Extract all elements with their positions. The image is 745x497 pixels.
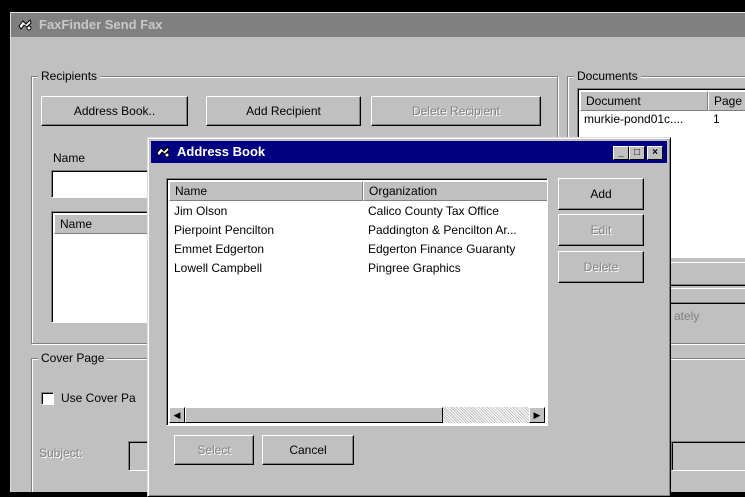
contact-name: Emmet Edgerton <box>174 242 265 256</box>
contact-name: Lowell Campbell <box>174 261 263 275</box>
edit-contact-button[interactable]: Edit <box>558 214 644 246</box>
scroll-right-icon[interactable]: ▶ <box>529 407 545 423</box>
contact-organization: Calico County Tax Office <box>368 204 499 218</box>
add-recipient-button[interactable]: Add Recipient <box>206 96 361 126</box>
name-label: Name <box>53 151 86 165</box>
main-title-bar[interactable]: FaxFinder Send Fax <box>11 13 745 37</box>
cover-page-legend: Cover Page <box>38 351 108 365</box>
delete-contact-button[interactable]: Delete <box>558 251 644 283</box>
main-window-title: FaxFinder Send Fax <box>39 17 163 32</box>
faxfinder-app-icon <box>18 19 32 31</box>
delete-recipient-button[interactable]: Delete Recipient <box>371 96 541 126</box>
send-timing-partial-label: ately <box>674 309 700 323</box>
contacts-header-name[interactable]: Name <box>169 181 363 201</box>
contacts-list[interactable]: Name Organization Jim Olson Calico Count… <box>166 178 548 426</box>
documents-legend: Documents <box>574 69 641 83</box>
contact-organization: Pingree Graphics <box>368 261 461 275</box>
subject-label: Subject: <box>39 446 83 460</box>
address-book-title: Address Book <box>177 144 266 159</box>
horizontal-scrollbar[interactable]: ◀ ▶ <box>169 407 545 423</box>
documents-partial-button-2[interactable] <box>661 288 745 304</box>
contacts-header-organization[interactable]: Organization <box>363 181 547 201</box>
documents-header-document[interactable]: Document <box>580 91 708 111</box>
recipient-list[interactable]: Name <box>51 211 161 323</box>
documents-partial-button[interactable] <box>661 262 745 286</box>
cover-page-right-field[interactable] <box>671 441 745 471</box>
cancel-button[interactable]: Cancel <box>262 435 354 465</box>
address-book-title-bar[interactable]: Address Book _ □ × <box>151 141 667 163</box>
address-book-app-icon <box>156 146 170 158</box>
scroll-left-icon[interactable]: ◀ <box>169 407 185 423</box>
document-row-pages: 1 <box>713 112 720 126</box>
contact-organization: Edgerton Finance Guaranty <box>368 242 516 256</box>
add-contact-button[interactable]: Add <box>558 178 644 210</box>
scroll-track[interactable] <box>443 407 529 423</box>
use-cover-page-label: Use Cover Pa <box>61 391 136 405</box>
recipients-legend: Recipients <box>38 69 101 83</box>
contact-name: Jim Olson <box>174 204 228 218</box>
close-button[interactable]: × <box>647 146 663 160</box>
recipient-name-input[interactable] <box>51 170 161 198</box>
recipient-list-header-name[interactable]: Name <box>54 214 160 234</box>
address-book-button[interactable]: Address Book.. <box>41 96 188 126</box>
select-button[interactable]: Select <box>174 435 254 465</box>
address-book-dialog: Address Book _ □ × Name Organization Jim… <box>147 137 671 497</box>
scroll-thumb[interactable] <box>185 407 443 423</box>
documents-header-pages[interactable]: Page <box>708 91 745 111</box>
maximize-button[interactable]: □ <box>629 146 645 160</box>
document-row-name[interactable]: murkie-pond01c.... <box>584 112 704 127</box>
contact-name: Pierpoint Pencilton <box>174 223 275 237</box>
minimize-button[interactable]: _ <box>613 146 629 160</box>
contact-organization: Paddington & Pencilton Ar... <box>368 223 517 237</box>
use-cover-page-checkbox[interactable] <box>41 392 54 405</box>
